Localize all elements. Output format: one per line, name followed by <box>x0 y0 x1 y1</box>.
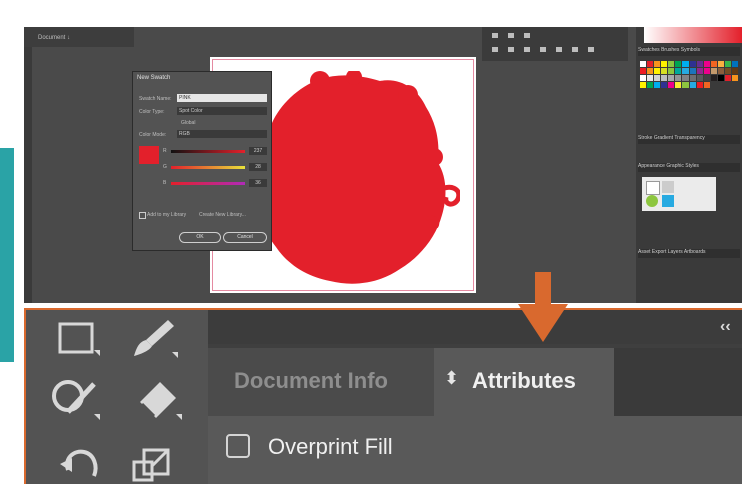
overprint-fill-checkbox[interactable] <box>226 434 250 458</box>
alignment-toolbar <box>482 27 628 61</box>
color-mode-label: Color Mode: <box>139 132 167 138</box>
global-checkbox-label[interactable]: Global <box>181 120 195 126</box>
illustrator-screenshot-top: Document ↓ New Swatch Swatch Name: PINK … <box>24 27 742 303</box>
vertical-ruler <box>24 47 32 303</box>
document-panel-label[interactable]: Document ↓ <box>38 35 70 41</box>
channel-r-value[interactable]: 237 <box>249 147 267 155</box>
cancel-button[interactable]: Cancel <box>223 232 267 243</box>
color-type-select[interactable]: Spot Color <box>177 107 267 115</box>
color-type-label: Color Type: <box>139 109 165 115</box>
ok-button[interactable]: OK <box>179 232 221 243</box>
add-to-library-checkbox[interactable] <box>139 212 146 219</box>
swatches-panel-tabs[interactable]: Swatches Brushes Symbols <box>638 47 740 56</box>
swatch-name-input[interactable]: PINK <box>177 94 267 102</box>
layers-panel-tabs[interactable]: Asset Export Layers Artboards <box>638 249 740 258</box>
add-to-library-label: Add to my Library <box>147 212 187 218</box>
align-icons[interactable] <box>482 27 628 61</box>
library-select[interactable]: Create New Library... <box>199 212 246 218</box>
red-blob-artwork[interactable] <box>250 71 460 289</box>
tab-document-info-label: Document Info <box>234 368 388 393</box>
paintbrush-tool-icon[interactable] <box>130 316 180 362</box>
graphic-styles-grid[interactable] <box>642 177 716 211</box>
color-mode-select[interactable]: RGB <box>177 130 267 138</box>
channel-r-label: R <box>163 148 167 154</box>
channel-g-value[interactable]: 28 <box>249 163 267 171</box>
gradient-preview <box>644 27 742 43</box>
illustrator-screenshot-bottom: ‹‹ Document Info ⬍ Attributes Overprint … <box>24 308 742 484</box>
channel-g-label: G <box>163 164 167 170</box>
rectangle-tool-icon[interactable] <box>56 320 102 360</box>
stroke-panel-tabs[interactable]: Stroke Gradient Transparency <box>638 135 740 144</box>
tab-attributes-label: Attributes <box>472 368 576 393</box>
shaper-tool-icon[interactable] <box>50 374 104 422</box>
down-arrow-icon <box>518 272 568 342</box>
channel-b-label: B <box>163 180 167 186</box>
teal-accent-bar <box>0 148 14 362</box>
dialog-title: New Swatch <box>137 75 171 81</box>
channel-g-slider[interactable] <box>171 166 245 169</box>
panel-header-strip <box>208 310 742 344</box>
channel-b-slider[interactable] <box>171 182 245 185</box>
eraser-tool-icon[interactable] <box>130 374 184 422</box>
graphic-styles-panel-tabs[interactable]: Appearance Graphic Styles <box>638 163 740 172</box>
scale-tool-icon[interactable] <box>130 444 176 484</box>
swatch-preview <box>139 146 159 164</box>
channel-r-slider[interactable] <box>171 150 245 153</box>
updown-icon: ⬍ <box>444 368 460 388</box>
rotate-tool-icon[interactable] <box>56 442 102 484</box>
overprint-fill-label[interactable]: Overprint Fill <box>268 434 393 460</box>
tab-row-empty <box>614 348 742 416</box>
new-swatch-dialog: New Swatch Swatch Name: PINK Color Type:… <box>132 71 272 251</box>
channel-b-value[interactable]: 36 <box>249 179 267 187</box>
tools-column <box>26 310 208 484</box>
collapse-panels-icon[interactable]: ‹‹ <box>720 318 731 336</box>
swatch-name-label: Swatch Name: <box>139 96 172 102</box>
swatch-grid[interactable] <box>640 61 738 121</box>
